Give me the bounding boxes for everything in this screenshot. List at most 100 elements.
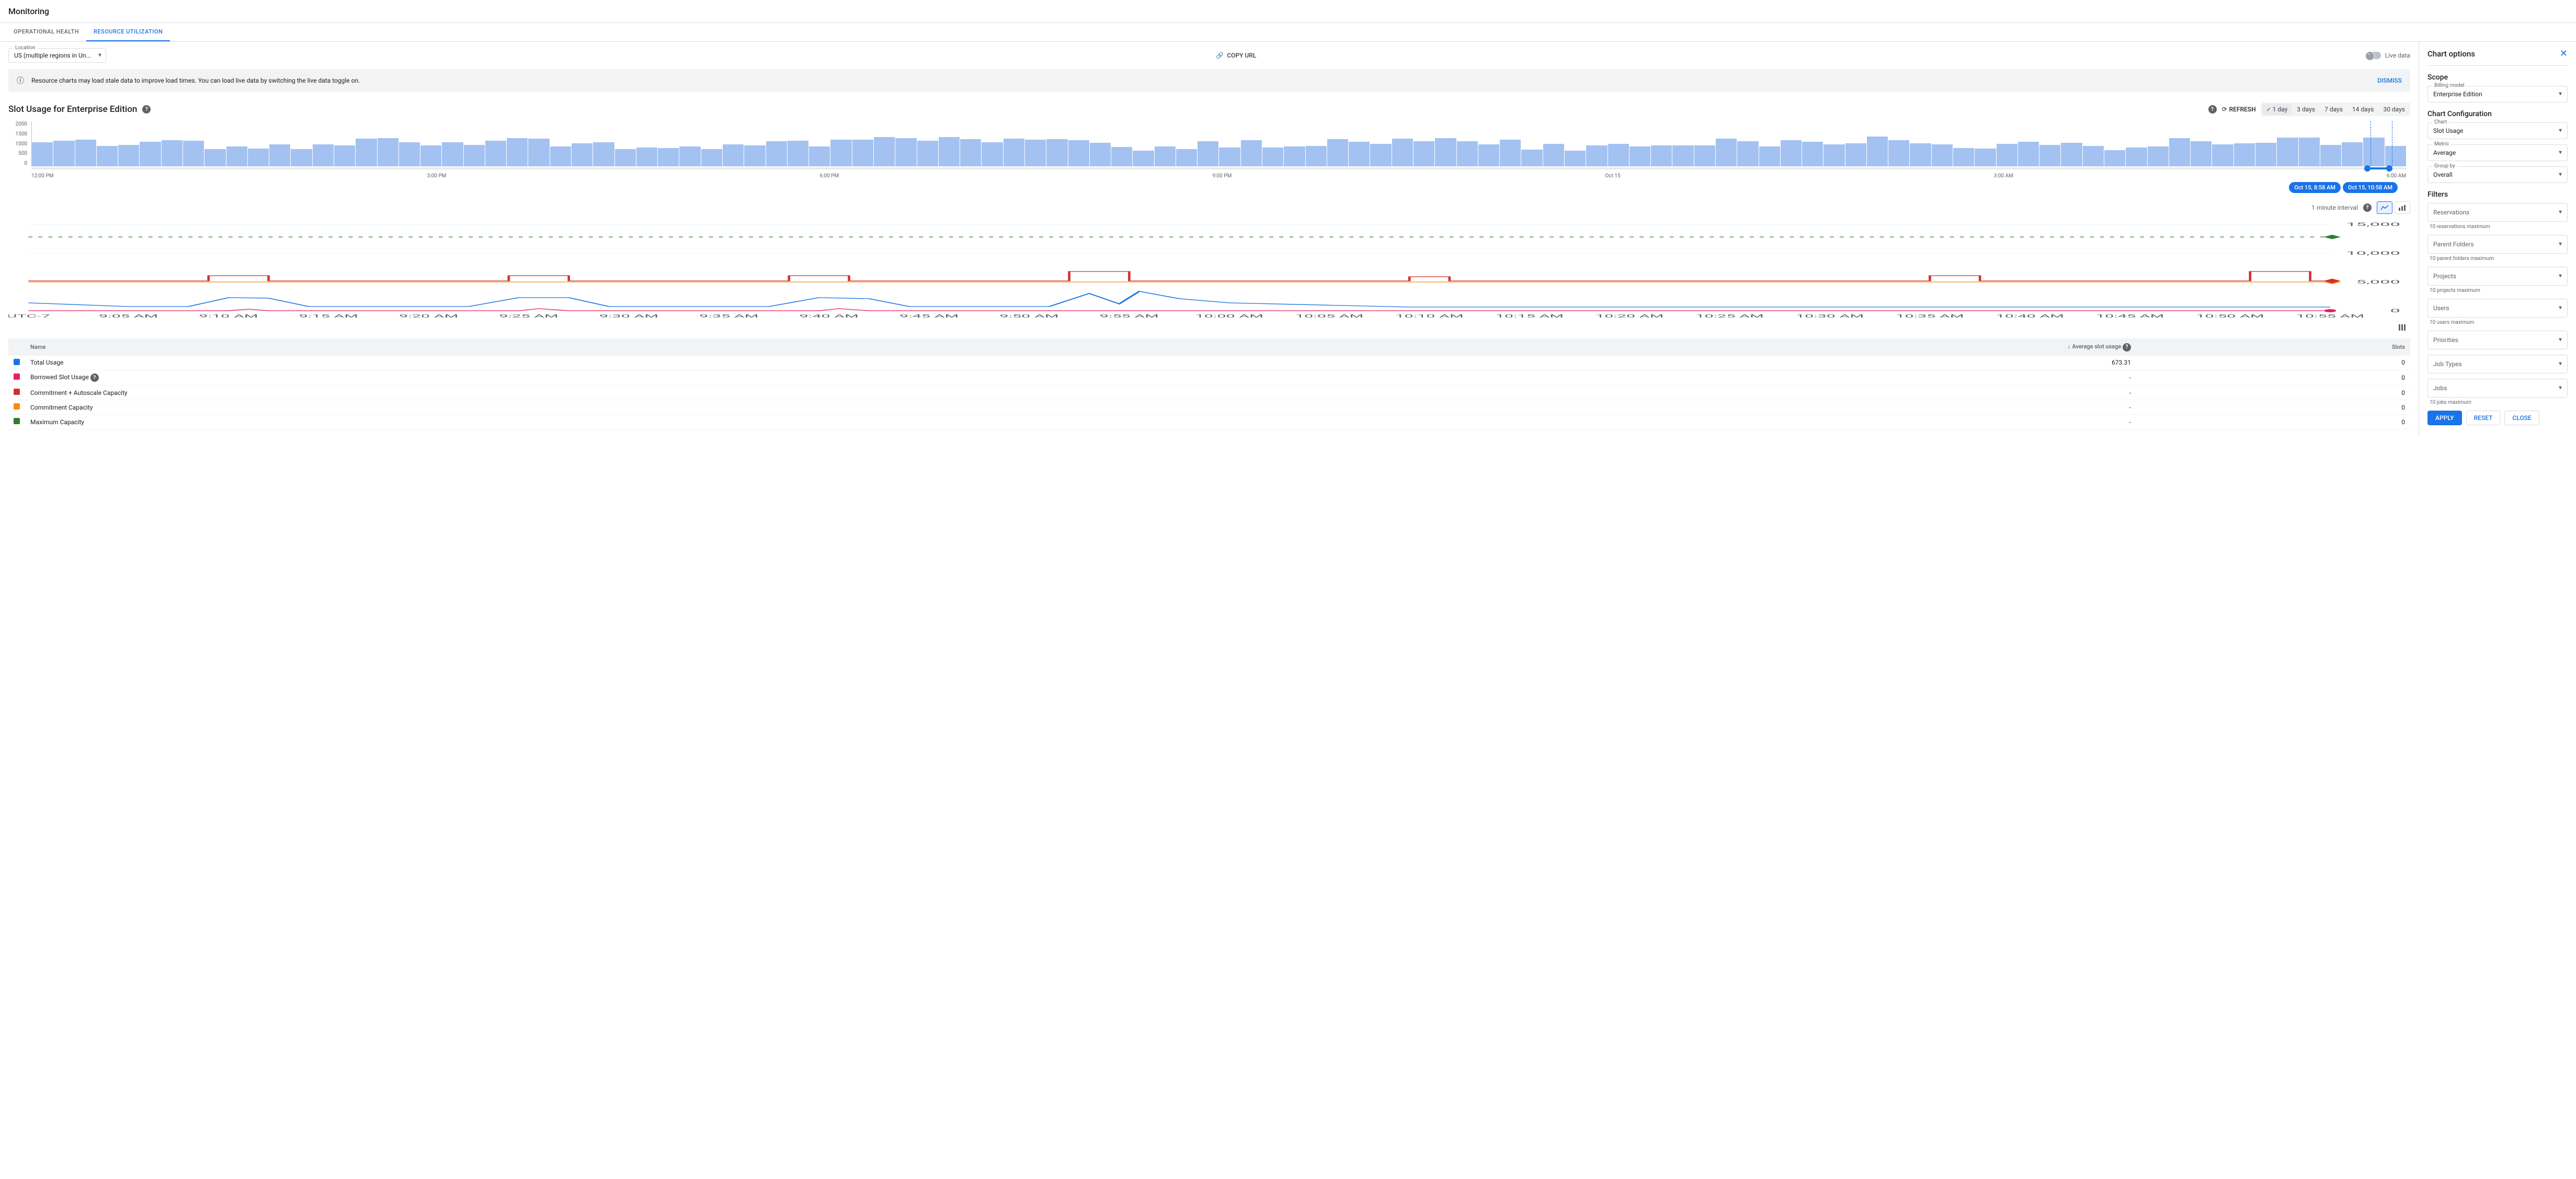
tab-operational-health[interactable]: OPERATIONAL HEALTH [6, 23, 86, 41]
svg-text:10,000: 10,000 [2346, 251, 2400, 256]
caret-down-icon: ▼ [2558, 150, 2563, 156]
dismiss-button[interactable]: DISMISS [2377, 77, 2402, 84]
columns-icon[interactable] [2399, 324, 2406, 333]
help-icon[interactable]: ? [90, 373, 99, 382]
apply-button[interactable]: APPLY [2427, 411, 2462, 425]
svg-text:UTC-7: UTC-7 [8, 314, 50, 319]
overview-chart[interactable]: 2000 1500 1000 500 0 [8, 121, 2410, 179]
table-row[interactable]: Maximum Capacity -0 [8, 415, 2410, 429]
detail-chart[interactable]: 15,000 10,000 5,000 0 UTC-79:05 A [8, 219, 2410, 319]
time-end-badge: Oct 15, 10:58 AM [2343, 182, 2398, 193]
svg-text:9:40 AM: 9:40 AM [800, 314, 859, 319]
help-icon[interactable]: ? [2208, 105, 2217, 114]
svg-text:9:50 AM: 9:50 AM [999, 314, 1058, 319]
col-avg[interactable]: ↓ Average slot usage ? [1275, 338, 2136, 356]
range-3days[interactable]: 3 days [2293, 104, 2319, 115]
tab-resource-utilization[interactable]: RESOURCE UTILIZATION [86, 23, 170, 41]
link-icon: 🔗 [1216, 52, 1224, 59]
svg-text:9:35 AM: 9:35 AM [699, 314, 758, 319]
svg-text:10:15 AM: 10:15 AM [1496, 314, 1564, 319]
svg-text:10:55 AM: 10:55 AM [2296, 314, 2364, 319]
caret-down-icon: ▼ [2558, 305, 2563, 311]
group-by-select[interactable]: Group by Overall ▼ [2427, 166, 2568, 183]
metric-select[interactable]: Metric Average ▼ [2427, 144, 2568, 161]
jobs-filter[interactable]: Jobs▼ [2427, 379, 2568, 398]
panel-title: Chart options [2427, 49, 2475, 59]
line-chart-button[interactable] [2377, 201, 2392, 214]
location-value: US (multiple regions in Un... [14, 52, 91, 59]
users-filter[interactable]: Users▼ [2427, 299, 2568, 318]
page-title: Monitoring [0, 0, 2576, 23]
slider-handle-start[interactable] [2364, 165, 2370, 172]
parent-folders-filter[interactable]: Parent Folders▼ [2427, 235, 2568, 254]
reset-button[interactable]: RESET [2466, 411, 2501, 425]
table-row[interactable]: Borrowed Slot Usage ? -0 [8, 370, 2410, 386]
slider-handle-end[interactable] [2386, 165, 2392, 172]
caret-down-icon: ▼ [2558, 128, 2563, 134]
live-data-toggle[interactable] [2366, 52, 2381, 59]
col-slots[interactable]: Slots [2136, 338, 2410, 356]
caret-down-icon: ▼ [2558, 361, 2563, 367]
chart-select[interactable]: Chart Slot Usage ▼ [2427, 122, 2568, 139]
svg-text:10:40 AM: 10:40 AM [1996, 314, 2064, 319]
overview-y-axis: 2000 1500 1000 500 0 [8, 121, 29, 166]
svg-text:10:20 AM: 10:20 AM [1595, 314, 1663, 319]
table-row[interactable]: Total Usage 673.310 [8, 356, 2410, 370]
caret-down-icon: ▼ [97, 53, 102, 59]
svg-text:9:30 AM: 9:30 AM [599, 314, 658, 319]
svg-text:10:30 AM: 10:30 AM [1796, 314, 1864, 319]
table-row[interactable]: Commitment + Autoscale Capacity -0 [8, 386, 2410, 400]
time-slider[interactable] [31, 167, 2406, 169]
info-banner: ⓘ Resource charts may load stale data to… [8, 69, 2410, 92]
svg-text:9:20 AM: 9:20 AM [399, 314, 458, 319]
svg-text:0: 0 [2390, 308, 2400, 313]
location-label: Location [13, 45, 38, 51]
range-7days[interactable]: 7 days [2320, 104, 2347, 115]
time-start-badge: Oct 15, 8:58 AM [2289, 182, 2341, 193]
chart-title: Slot Usage for Enterprise Edition [8, 104, 137, 115]
banner-text: Resource charts may load stale data to i… [31, 77, 2370, 84]
projects-filter[interactable]: Projects▼ [2427, 267, 2568, 286]
copy-url-button[interactable]: 🔗 COPY URL [1216, 52, 1256, 59]
line-chart-icon [2380, 205, 2389, 211]
range-14days[interactable]: 14 days [2348, 104, 2378, 115]
help-icon[interactable]: ? [2123, 343, 2131, 352]
table-row[interactable]: Commitment Capacity -0 [8, 400, 2410, 415]
help-icon[interactable]: ? [142, 105, 151, 114]
tabs: OPERATIONAL HEALTH RESOURCE UTILIZATION [0, 23, 2576, 42]
svg-text:10:00 AM: 10:00 AM [1195, 314, 1263, 319]
jobs-hint: 10 jobs maximum [2430, 400, 2568, 405]
caret-down-icon: ▼ [2558, 274, 2563, 279]
refresh-label: REFRESH [2229, 106, 2256, 113]
caret-down-icon: ▼ [2558, 386, 2563, 391]
help-icon[interactable]: ? [2363, 203, 2372, 212]
location-select[interactable]: Location US (multiple regions in Un... ▼ [8, 48, 106, 63]
svg-text:9:05 AM: 9:05 AM [99, 314, 158, 319]
billing-model-select[interactable]: Billing model Enterprise Edition ▼ [2427, 86, 2568, 103]
selection-window[interactable] [2370, 121, 2392, 166]
svg-text:10:50 AM: 10:50 AM [2196, 314, 2264, 319]
range-1day[interactable]: 1 day [2262, 104, 2292, 115]
refresh-icon: ⟳ [2222, 106, 2227, 113]
caret-down-icon: ▼ [2558, 172, 2563, 178]
col-name[interactable]: Name [25, 338, 1275, 356]
svg-text:5,000: 5,000 [2356, 279, 2400, 285]
svg-text:10:10 AM: 10:10 AM [1395, 314, 1463, 319]
overview-bars[interactable] [31, 121, 2406, 166]
svg-text:9:45 AM: 9:45 AM [899, 314, 959, 319]
refresh-button[interactable]: ⟳ REFRESH [2222, 106, 2256, 113]
svg-text:9:15 AM: 9:15 AM [299, 314, 358, 319]
config-heading: Chart Configuration [2427, 110, 2568, 118]
caret-down-icon: ▼ [2558, 242, 2563, 247]
close-icon[interactable]: ✕ [2560, 48, 2568, 59]
users-hint: 10 users maximum [2430, 320, 2568, 325]
svg-text:10:25 AM: 10:25 AM [1695, 314, 1763, 319]
live-data-toggle-row: Live data [2366, 52, 2410, 59]
close-button[interactable]: CLOSE [2504, 411, 2539, 425]
priorities-filter[interactable]: Priorities▼ [2427, 331, 2568, 349]
bar-chart-button[interactable] [2395, 201, 2410, 214]
job-types-filter[interactable]: Job Types▼ [2427, 355, 2568, 373]
reservations-filter[interactable]: Reservations▼ [2427, 203, 2568, 222]
legend-table: Name ↓ Average slot usage ? Slots Total … [8, 338, 2410, 429]
range-30days[interactable]: 30 days [2379, 104, 2409, 115]
